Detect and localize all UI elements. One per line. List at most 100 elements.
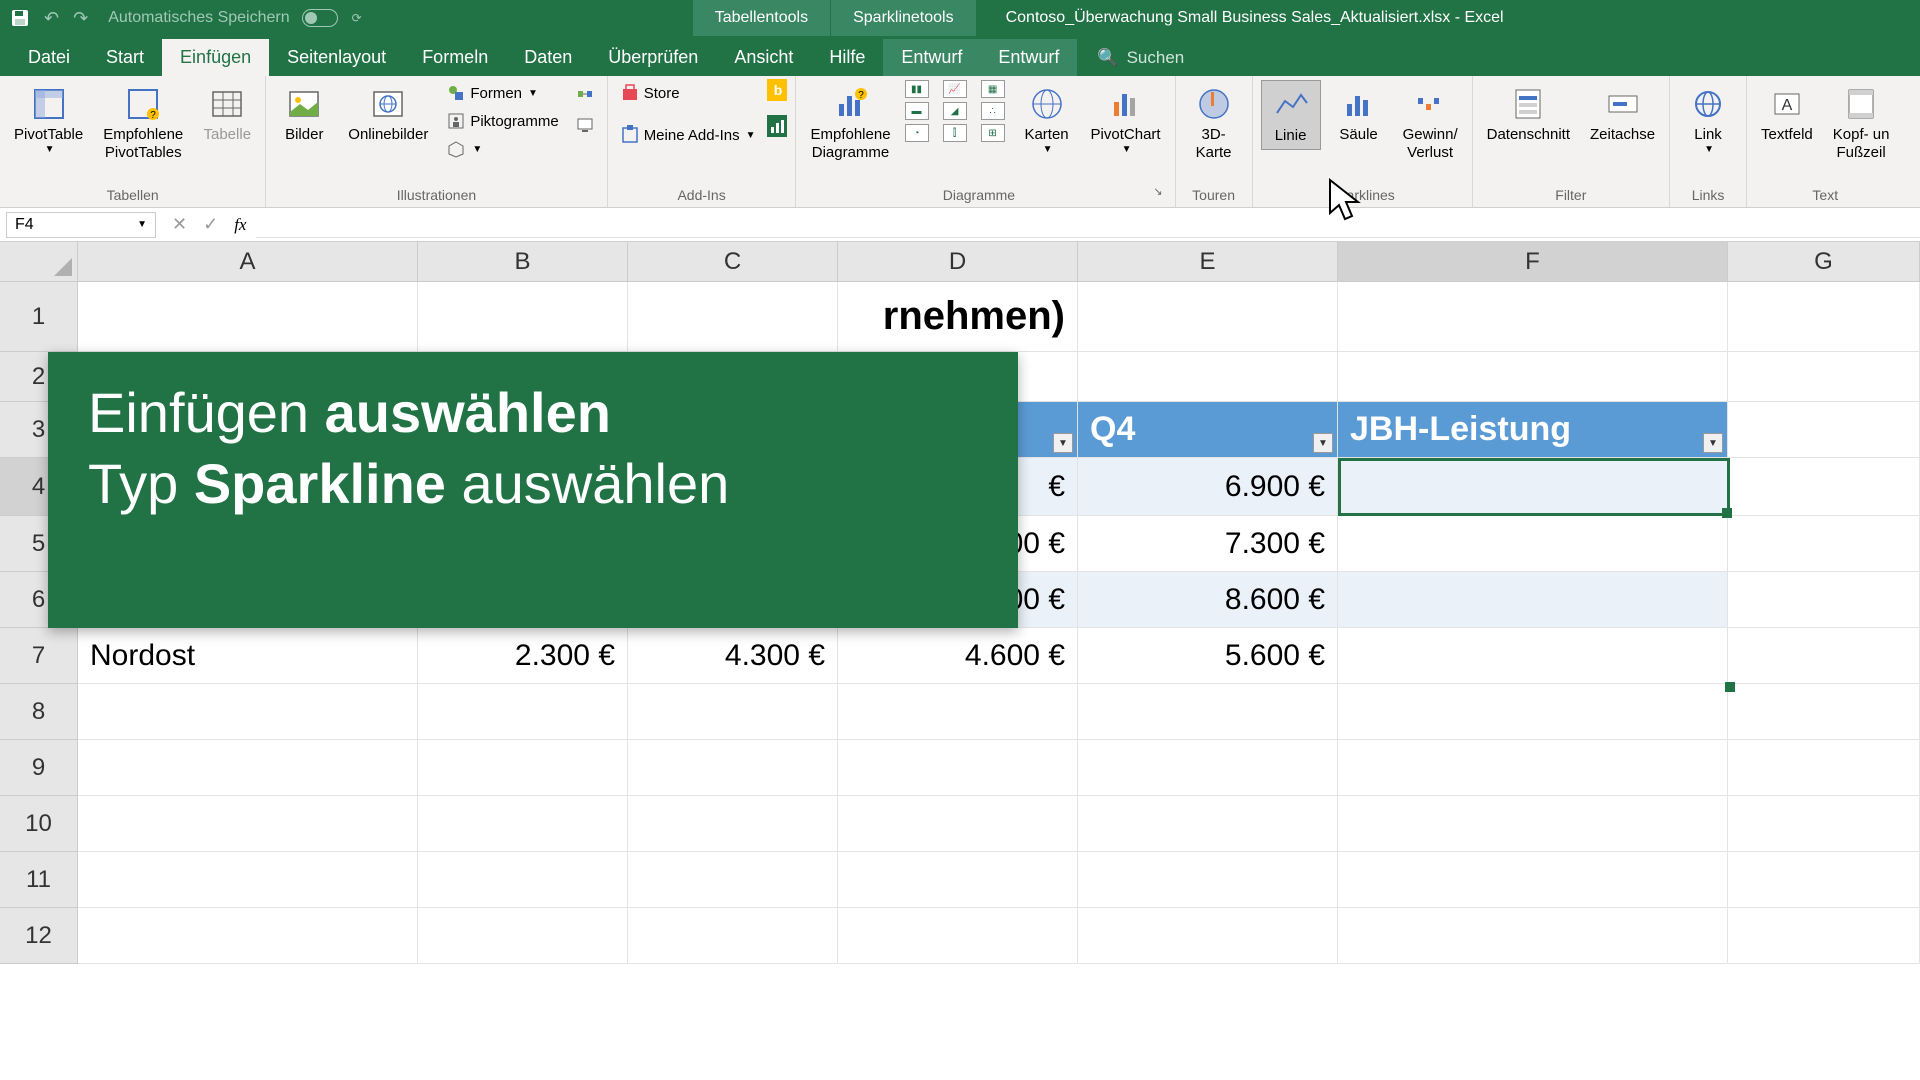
tab-start[interactable]: Start xyxy=(88,39,162,76)
cell-B7[interactable]: 2.300 € xyxy=(418,628,628,684)
link-button[interactable]: Link ▼ xyxy=(1678,80,1738,159)
fx-icon[interactable]: fx xyxy=(234,215,246,235)
bing-icon[interactable]: b xyxy=(767,80,787,100)
zeitachse-button[interactable]: Zeitachse xyxy=(1584,80,1661,148)
tab-entwurf-table[interactable]: Entwurf xyxy=(883,39,980,76)
col-header-E[interactable]: E xyxy=(1078,242,1338,282)
cell-G7[interactable] xyxy=(1728,628,1920,684)
cell-E5[interactable]: 7.300 € xyxy=(1078,516,1338,572)
sparkline-linie-button[interactable]: Linie xyxy=(1261,80,1321,150)
row-header-11[interactable]: 11 xyxy=(0,852,78,908)
tab-seitenlayout[interactable]: Seitenlayout xyxy=(269,39,404,76)
enter-icon[interactable]: ✓ xyxy=(203,214,218,235)
cell-A7[interactable]: Nordost xyxy=(78,628,418,684)
row-header-10[interactable]: 10 xyxy=(0,796,78,852)
cell-B1[interactable] xyxy=(418,282,628,352)
cell-C1[interactable] xyxy=(628,282,838,352)
cell-F5[interactable] xyxy=(1338,516,1728,572)
filter-button[interactable]: ▼ xyxy=(1313,433,1333,453)
line-chart-icon[interactable]: 📈 xyxy=(943,80,967,98)
cell-G2[interactable] xyxy=(1728,352,1920,402)
area-chart-icon[interactable]: ◢ xyxy=(943,102,967,120)
col-header-A[interactable]: A xyxy=(78,242,418,282)
pivottable-button[interactable]: PivotTable ▼ xyxy=(8,80,89,159)
row-header-1[interactable]: 1 xyxy=(0,282,78,352)
col-header-B[interactable]: B xyxy=(418,242,628,282)
empfohlene-diagramme-button[interactable]: ? Empfohlene Diagramme xyxy=(804,80,896,166)
tab-ansicht[interactable]: Ansicht xyxy=(716,39,811,76)
cell-E6[interactable]: 8.600 € xyxy=(1078,572,1338,628)
col-header-D[interactable]: D xyxy=(838,242,1078,282)
onlinebilder-button[interactable]: Onlinebilder xyxy=(342,80,434,148)
save-icon[interactable] xyxy=(10,8,30,28)
screenshot-icon[interactable] xyxy=(575,114,595,134)
col-header-F[interactable]: F xyxy=(1338,242,1728,282)
pivotchart-button[interactable]: PivotChart ▼ xyxy=(1085,80,1167,159)
cell-C7[interactable]: 4.300 € xyxy=(628,628,838,684)
smartart-icon[interactable] xyxy=(575,84,595,104)
sparkline-saeule-button[interactable]: Säule xyxy=(1329,80,1389,148)
column-chart-icon[interactable]: ▮▮ xyxy=(905,80,929,98)
datenschnitt-button[interactable]: Datenschnitt xyxy=(1481,80,1576,148)
karten-button[interactable]: Karten ▼ xyxy=(1017,80,1077,159)
autosave-toggle[interactable] xyxy=(302,9,338,27)
cell-G3[interactable] xyxy=(1728,402,1920,458)
undo-icon[interactable]: ↶ xyxy=(44,8,59,29)
tab-hilfe[interactable]: Hilfe xyxy=(811,39,883,76)
store-button[interactable]: Store xyxy=(616,80,760,106)
3d-karte-button[interactable]: 3D- Karte xyxy=(1184,80,1244,166)
tab-einfuegen[interactable]: Einfügen xyxy=(162,39,269,76)
cell-E3[interactable]: Q4▼ xyxy=(1078,402,1338,458)
row-header-7[interactable]: 7 xyxy=(0,628,78,684)
textfeld-button[interactable]: A Textfeld xyxy=(1755,80,1819,148)
col-header-G[interactable]: G xyxy=(1728,242,1920,282)
tab-ueberpruefen[interactable]: Überprüfen xyxy=(590,39,716,76)
cell-F1[interactable] xyxy=(1338,282,1728,352)
cell-G6[interactable] xyxy=(1728,572,1920,628)
cell-A1[interactable] xyxy=(78,282,418,352)
cell-E4[interactable]: 6.900 € xyxy=(1078,458,1338,516)
3dmodel-button[interactable]: ▼ xyxy=(442,136,562,162)
filter-button[interactable]: ▼ xyxy=(1703,433,1723,453)
people-graph-icon[interactable] xyxy=(767,116,787,136)
cell-G4[interactable] xyxy=(1728,458,1920,516)
meine-addins-button[interactable]: Meine Add-Ins▼ xyxy=(616,122,760,148)
redo-icon[interactable]: ↷ xyxy=(73,8,88,29)
row-header-9[interactable]: 9 xyxy=(0,740,78,796)
formula-input[interactable] xyxy=(256,212,1920,238)
cell-F7[interactable] xyxy=(1338,628,1728,684)
chevron-down-icon[interactable]: ▼ xyxy=(137,219,147,230)
kopfzeile-button[interactable]: Kopf- un Fußzeil xyxy=(1827,80,1896,166)
row-header-12[interactable]: 12 xyxy=(0,908,78,964)
filter-button[interactable]: ▼ xyxy=(1053,433,1073,453)
cell-F6[interactable] xyxy=(1338,572,1728,628)
tabelle-button[interactable]: Tabelle xyxy=(197,80,257,148)
cell-G5[interactable] xyxy=(1728,516,1920,572)
stock-chart-icon[interactable]: ⫿ xyxy=(943,124,967,142)
treemap-chart-icon[interactable]: ▦ xyxy=(981,80,1005,98)
cell-E2[interactable] xyxy=(1078,352,1338,402)
col-header-C[interactable]: C xyxy=(628,242,838,282)
tab-entwurf-sparkline[interactable]: Entwurf xyxy=(980,39,1077,76)
combo-chart-icon[interactable]: ⊞ xyxy=(981,124,1005,142)
cell-E1[interactable] xyxy=(1078,282,1338,352)
tab-daten[interactable]: Daten xyxy=(506,39,590,76)
scatter-chart-icon[interactable]: ∴ xyxy=(981,102,1005,120)
cell-F3[interactable]: JBH-Leistung▼ xyxy=(1338,402,1728,458)
bilder-button[interactable]: Bilder xyxy=(274,80,334,148)
sparkline-gewinn-button[interactable]: Gewinn/ Verlust xyxy=(1397,80,1464,166)
cell-D1[interactable]: rnehmen) xyxy=(838,282,1078,352)
cell-F2[interactable] xyxy=(1338,352,1728,402)
cell-D7[interactable]: 4.600 € xyxy=(838,628,1078,684)
piktogramme-button[interactable]: Piktogramme xyxy=(442,108,562,134)
dialog-launcher-icon[interactable]: ↘ xyxy=(1153,185,1166,207)
cell-F4[interactable] xyxy=(1338,458,1728,516)
formen-button[interactable]: Formen▼ xyxy=(442,80,562,106)
cancel-icon[interactable]: ✕ xyxy=(172,214,187,235)
cell-G1[interactable] xyxy=(1728,282,1920,352)
tell-me-search[interactable]: 🔍 Suchen xyxy=(1097,48,1184,76)
select-all-button[interactable] xyxy=(0,242,78,282)
empfohlene-pivottables-button[interactable]: ? Empfohlene PivotTables xyxy=(97,80,189,166)
row-header-8[interactable]: 8 xyxy=(0,684,78,740)
tab-formeln[interactable]: Formeln xyxy=(404,39,506,76)
